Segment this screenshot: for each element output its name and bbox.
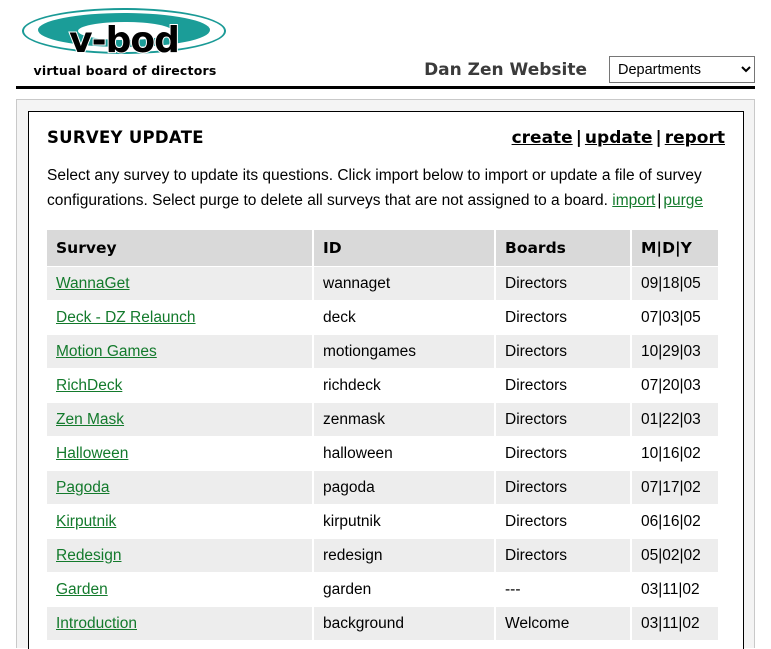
- header-divider: [16, 86, 755, 89]
- cell-survey: Motion Games: [47, 335, 312, 368]
- survey-link[interactable]: Redesign: [56, 547, 122, 564]
- cell-survey: Deck - DZ Relaunch: [47, 301, 312, 334]
- import-link[interactable]: import: [612, 192, 655, 209]
- table-row: Kirputnik kirputnik Directors 06|16|02: [47, 505, 718, 538]
- cell-boards: Welcome: [496, 607, 630, 640]
- cell-id: deck: [314, 301, 494, 334]
- header-right-group: Dan Zen Website Departments: [424, 56, 755, 83]
- table-row: Zen Mask zenmask Directors 01|22|03: [47, 403, 718, 436]
- cell-id: kirputnik: [314, 505, 494, 538]
- table-row: Halloween halloween Directors 10|16|02: [47, 437, 718, 470]
- departments-select[interactable]: Departments: [609, 56, 755, 83]
- cell-id: pagoda: [314, 471, 494, 504]
- page-title: SURVEY UPDATE: [47, 128, 204, 147]
- table-head: Survey ID Boards M|D|Y: [47, 230, 718, 266]
- cell-id: motiongames: [314, 335, 494, 368]
- cell-boards: Directors: [496, 403, 630, 436]
- vbod-logo[interactable]: v-bod virtual board of directors: [16, 6, 234, 80]
- cell-date: 03|11|02: [632, 573, 718, 606]
- cell-boards: Directors: [496, 471, 630, 504]
- cell-date: 07|17|02: [632, 471, 718, 504]
- cell-date: 05|02|02: [632, 539, 718, 572]
- column-header-date: M|D|Y: [632, 230, 718, 266]
- cell-date: 10|29|03: [632, 335, 718, 368]
- cell-boards: Directors: [496, 335, 630, 368]
- cell-id: garden: [314, 573, 494, 606]
- cell-survey: Halloween: [47, 437, 312, 470]
- cell-id: halloween: [314, 437, 494, 470]
- table-row: Deck - DZ Relaunch deck Directors 07|03|05: [47, 301, 718, 334]
- column-header-boards: Boards: [496, 230, 630, 266]
- cell-id: zenmask: [314, 403, 494, 436]
- action-separator-2: |: [655, 128, 662, 148]
- column-header-survey: Survey: [47, 230, 312, 266]
- survey-link[interactable]: RichDeck: [56, 377, 122, 394]
- cell-date: 07|20|03: [632, 369, 718, 402]
- action-separator-1: |: [575, 128, 582, 148]
- cell-id: redesign: [314, 539, 494, 572]
- survey-link[interactable]: WannaGet: [56, 275, 130, 292]
- outer-panel: SURVEY UPDATE create | update | report Selec…: [16, 99, 755, 649]
- page-description: Select any survey to update its question…: [47, 163, 707, 213]
- cell-date: 10|16|02: [632, 437, 718, 470]
- survey-link[interactable]: Motion Games: [56, 343, 157, 360]
- cell-boards: Directors: [496, 267, 630, 300]
- survey-link[interactable]: Kirputnik: [56, 513, 116, 530]
- cell-survey: Introduction: [47, 607, 312, 640]
- cell-id: wannaget: [314, 267, 494, 300]
- table-row: Introduction background Welcome 03|11|02: [47, 607, 718, 640]
- logo-wordmark: v-bod: [68, 20, 181, 61]
- description-text: Select any survey to update its question…: [47, 167, 702, 209]
- cell-date: 03|11|02: [632, 607, 718, 640]
- cell-survey: WannaGet: [47, 267, 312, 300]
- report-link[interactable]: report: [665, 128, 725, 148]
- cell-id: background: [314, 607, 494, 640]
- survey-link[interactable]: Halloween: [56, 445, 128, 462]
- cell-date: 01|22|03: [632, 403, 718, 436]
- table-row: WannaGet wannaget Directors 09|18|05: [47, 267, 718, 300]
- purge-link[interactable]: purge: [663, 192, 703, 209]
- table-row: Motion Games motiongames Directors 10|29|03: [47, 335, 718, 368]
- cell-boards: Directors: [496, 369, 630, 402]
- cell-boards: Directors: [496, 539, 630, 572]
- cell-date: 09|18|05: [632, 267, 718, 300]
- cell-survey: Garden: [47, 573, 312, 606]
- survey-link[interactable]: Garden: [56, 581, 108, 598]
- site-header: v-bod virtual board of directors Dan Zen…: [0, 0, 771, 89]
- cell-survey: Pagoda: [47, 471, 312, 504]
- cell-survey: Kirputnik: [47, 505, 312, 538]
- survey-link[interactable]: Zen Mask: [56, 411, 124, 428]
- cell-survey: Zen Mask: [47, 403, 312, 436]
- cell-boards: Directors: [496, 505, 630, 538]
- update-link[interactable]: update: [585, 128, 653, 148]
- column-header-id: ID: [314, 230, 494, 266]
- table-row: Pagoda pagoda Directors 07|17|02: [47, 471, 718, 504]
- cell-boards: ---: [496, 573, 630, 606]
- cell-date: 06|16|02: [632, 505, 718, 538]
- table-header-row: Survey ID Boards M|D|Y: [47, 230, 718, 266]
- logo-tagline: virtual board of directors: [33, 63, 217, 78]
- content-panel: SURVEY UPDATE create | update | report Selec…: [28, 111, 744, 649]
- cell-survey: RichDeck: [47, 369, 312, 402]
- survey-link[interactable]: Pagoda: [56, 479, 109, 496]
- cell-survey: Redesign: [47, 539, 312, 572]
- panel-body: SURVEY UPDATE create | update | report Selec…: [29, 112, 743, 641]
- table-body: WannaGet wannaget Directors 09|18|05 Deck - …: [47, 267, 718, 640]
- survey-link[interactable]: Introduction: [56, 615, 137, 632]
- title-row: SURVEY UPDATE create | update | report: [47, 128, 725, 148]
- survey-link[interactable]: Deck - DZ Relaunch: [56, 309, 196, 326]
- site-name: Dan Zen Website: [424, 59, 587, 80]
- table-row: Redesign redesign Directors 05|02|02: [47, 539, 718, 572]
- table-row: RichDeck richdeck Directors 07|20|03: [47, 369, 718, 402]
- page-action-links: create | update | report: [512, 128, 725, 148]
- create-link[interactable]: create: [512, 128, 573, 148]
- cell-boards: Directors: [496, 437, 630, 470]
- survey-table: Survey ID Boards M|D|Y WannaGet wannaget D…: [45, 229, 720, 641]
- cell-date: 07|03|05: [632, 301, 718, 334]
- cell-id: richdeck: [314, 369, 494, 402]
- cell-boards: Directors: [496, 301, 630, 334]
- table-row: Garden garden --- 03|11|02: [47, 573, 718, 606]
